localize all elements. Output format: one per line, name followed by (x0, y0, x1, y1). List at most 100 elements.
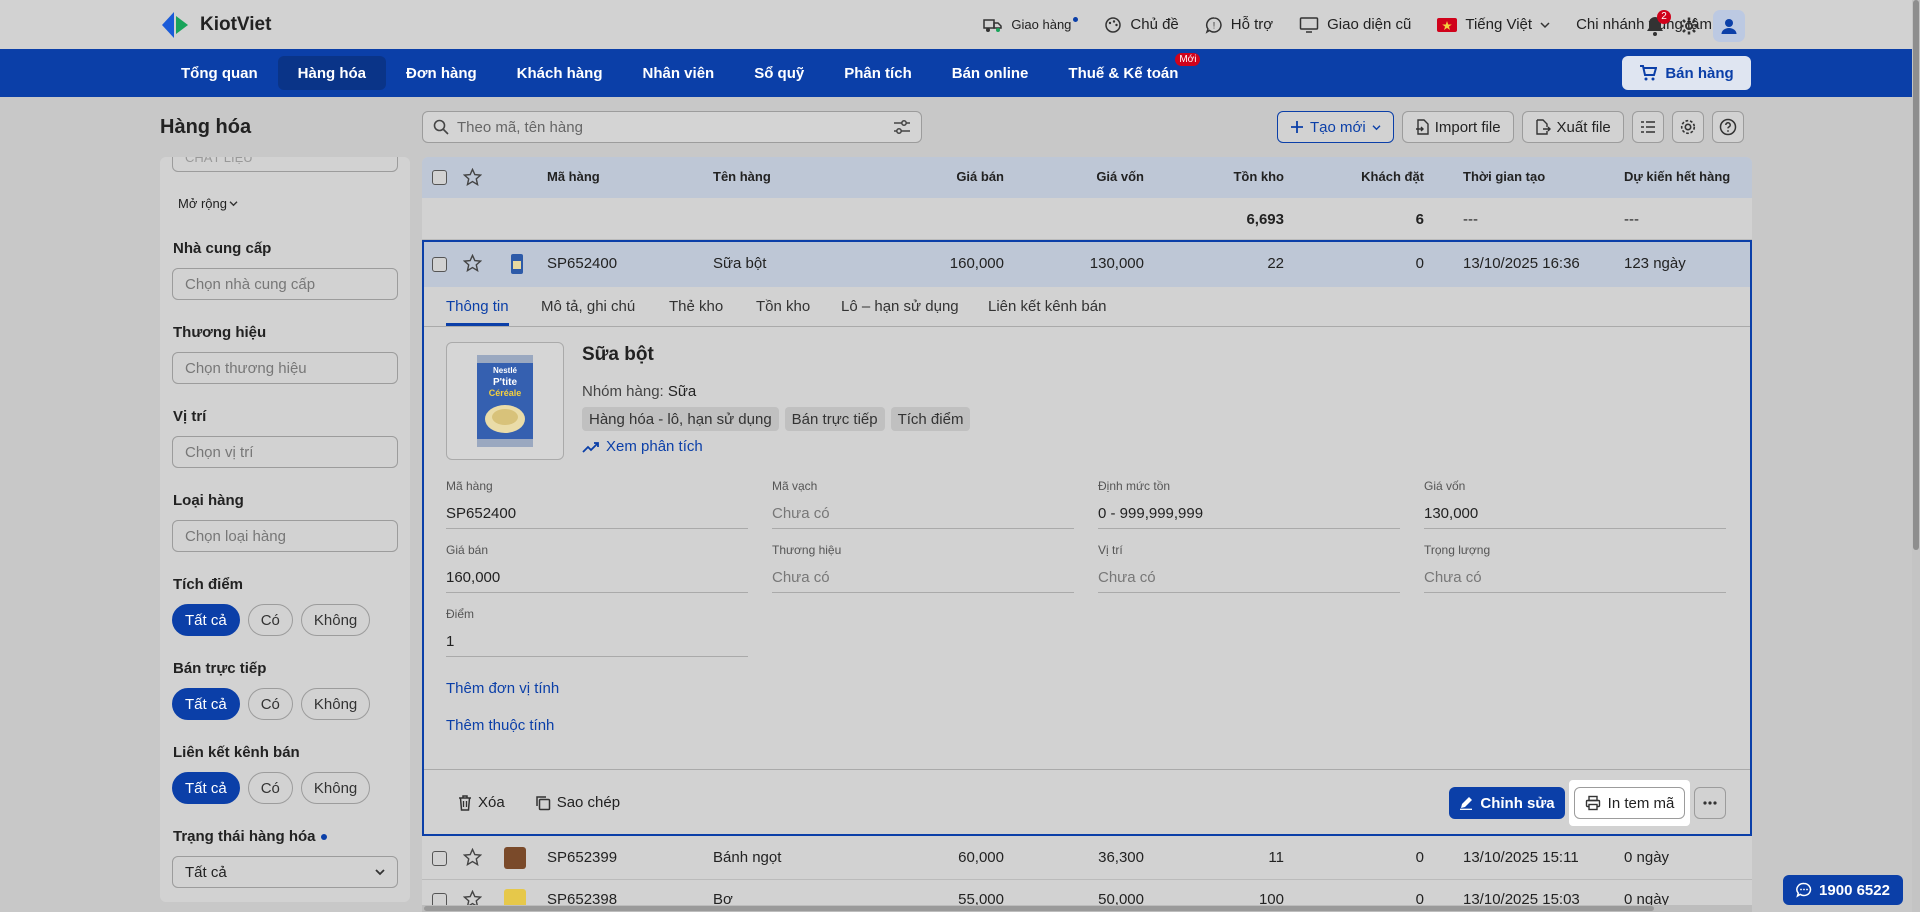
tab-stock-card[interactable]: Thẻ kho (669, 298, 723, 315)
column-view-button[interactable] (1631, 111, 1664, 143)
direct-no-chip[interactable]: Không (300, 688, 371, 720)
scrollbar-thumb[interactable] (424, 906, 1654, 911)
location-placeholder: Chọn vị trí (185, 443, 254, 461)
old-ui-link[interactable]: Giao diện cũ (1299, 16, 1411, 34)
select-all-checkbox[interactable] (432, 170, 447, 185)
edit-button[interactable]: Chỉnh sửa (1449, 787, 1565, 819)
more-horizontal-icon (1703, 801, 1717, 805)
export-file-button[interactable]: Xuất file (1521, 111, 1624, 143)
row-checkbox[interactable] (432, 851, 447, 866)
settings-button[interactable] (1671, 111, 1704, 143)
material-placeholder: CHẤT LIỆU (185, 157, 253, 165)
nav-tax-accounting[interactable]: Thuế & Kế toán Mới (1048, 53, 1201, 90)
nav-label: Tổng quan (181, 64, 258, 82)
print-label-button[interactable]: In tem mã (1574, 787, 1685, 819)
col-cost[interactable]: Giá vốn (1002, 169, 1144, 184)
delivery-link[interactable]: Giao hàng (983, 16, 1079, 34)
points-yes-chip[interactable]: Có (247, 604, 293, 636)
row-code: SP652400 (547, 255, 618, 272)
import-file-button[interactable]: Import file (1401, 111, 1514, 143)
nav-analytics[interactable]: Phân tích (824, 56, 932, 90)
supplier-placeholder: Chọn nhà cung cấp (185, 275, 316, 293)
support-link[interactable]: ! Hỗ trợ (1205, 16, 1273, 34)
direct-yes-chip[interactable]: Có (247, 688, 293, 720)
col-created[interactable]: Thời gian tạo (1463, 169, 1545, 184)
channel-filter: Tất cả Có Không (172, 772, 371, 804)
status-select[interactable]: Tất cả (172, 856, 398, 888)
vertical-scrollbar[interactable] (1912, 0, 1920, 912)
product-thumbnail (511, 254, 523, 274)
col-stock[interactable]: Tồn kho (1142, 169, 1284, 184)
nav-products[interactable]: Hàng hóa (277, 56, 386, 90)
filter-sliders-icon[interactable] (893, 119, 911, 135)
points-all-chip[interactable]: Tất cả (172, 604, 240, 636)
supplier-select[interactable]: Chọn nhà cung cấp (172, 268, 398, 300)
language-select[interactable]: Tiếng Việt (1437, 16, 1550, 33)
field-barcode: Mã vạch Chưa có (772, 479, 1074, 529)
field-weight: Trọng lượng Chưa có (1424, 543, 1726, 593)
location-select[interactable]: Chọn vị trí (172, 436, 398, 468)
points-no-chip[interactable]: Không (300, 604, 371, 636)
type-select[interactable]: Chọn loại hàng (172, 520, 398, 552)
table-row[interactable]: SP652399 Bánh ngọt 60,000 36,300 11 0 13… (422, 836, 1752, 880)
trash-icon (459, 794, 471, 811)
star-icon[interactable] (463, 848, 482, 866)
row-stock: 22 (1267, 255, 1284, 272)
print-label: In tem mã (1607, 794, 1675, 812)
help-button[interactable] (1711, 111, 1744, 143)
direct-all-chip[interactable]: Tất cả (172, 688, 240, 720)
row-checkbox[interactable] (432, 257, 447, 272)
row-created: 13/10/2025 15:11 (1463, 849, 1579, 866)
col-code[interactable]: Mã hàng (547, 169, 600, 184)
create-new-button[interactable]: Tạo mới (1277, 111, 1394, 143)
add-attribute-link[interactable]: Thêm thuộc tính (446, 717, 554, 734)
channel-no-chip[interactable]: Không (300, 772, 371, 804)
delete-button[interactable]: Xóa (458, 794, 505, 811)
channel-all-chip[interactable]: Tất cả (172, 772, 240, 804)
tab-inventory[interactable]: Tồn kho (756, 298, 810, 315)
more-options-button[interactable] (1694, 787, 1726, 819)
channel-yes-chip[interactable]: Có (247, 772, 293, 804)
search-input[interactable]: Theo mã, tên hàng (457, 119, 885, 136)
nav-overview[interactable]: Tổng quan (161, 56, 278, 90)
col-ordered[interactable]: Khách đặt (1282, 169, 1424, 184)
nav-orders[interactable]: Đơn hàng (386, 56, 497, 90)
expand-link[interactable]: Mở rộng (178, 196, 238, 211)
table-row[interactable]: SP652398 Bơ 55,000 50,000 100 0 13/10/20… (422, 881, 1752, 907)
horizontal-scrollbar[interactable] (422, 905, 1752, 912)
sell-button[interactable]: Bán hàng (1622, 56, 1751, 90)
channel-label: Liên kết kênh bán (173, 744, 300, 761)
hotline-button[interactable]: 1900 6522 (1783, 875, 1903, 905)
copy-button[interactable]: Sao chép (535, 794, 620, 811)
nav-cashbook[interactable]: Sổ quỹ (734, 56, 824, 90)
nav-online-sales[interactable]: Bán online (932, 56, 1049, 90)
theme-link[interactable]: Chủ đề (1104, 16, 1179, 34)
brand-select[interactable]: Chọn thương hiệu (172, 352, 398, 384)
star-icon[interactable] (463, 168, 482, 186)
search-box[interactable]: Theo mã, tên hàng (422, 111, 922, 143)
plus-icon (1291, 121, 1303, 133)
nav-customers[interactable]: Khách hàng (497, 56, 623, 90)
printer-icon (1585, 795, 1600, 811)
tab-description[interactable]: Mô tả, ghi chú (541, 298, 635, 315)
table-row[interactable]: SP652400 Sữa bột 160,000 130,000 22 0 13… (424, 242, 1750, 287)
add-unit-link[interactable]: Thêm đơn vị tính (446, 680, 559, 697)
col-eta[interactable]: Dự kiến hết hàng (1624, 169, 1730, 184)
kiotviet-logo[interactable]: KiotViet (160, 10, 271, 40)
notification-button[interactable]: 2 (1645, 10, 1671, 37)
view-analysis-link[interactable]: Xem phân tích (582, 438, 703, 455)
col-name[interactable]: Tên hàng (713, 169, 771, 184)
tab-info[interactable]: Thông tin (446, 298, 509, 315)
user-avatar[interactable] (1713, 10, 1745, 42)
nav-staff[interactable]: Nhân viên (623, 56, 735, 90)
col-price[interactable]: Giá bán (862, 169, 1004, 184)
scrollbar-thumb[interactable] (1913, 0, 1919, 550)
star-icon[interactable] (463, 254, 482, 272)
tab-batch-expiry[interactable]: Lô – hạn sử dụng (841, 298, 959, 315)
nav-label: Sổ quỹ (754, 64, 805, 82)
material-filter[interactable]: CHẤT LIỆU (172, 157, 398, 172)
settings-button[interactable] (1679, 16, 1699, 36)
tab-sales-channel[interactable]: Liên kết kênh bán (988, 298, 1106, 315)
filter-sidebar: CHẤT LIỆU Mở rộng Nhà cung cấp Chọn nhà … (160, 157, 410, 902)
product-can-image: Nestlé P'tite Céréale (477, 355, 533, 447)
